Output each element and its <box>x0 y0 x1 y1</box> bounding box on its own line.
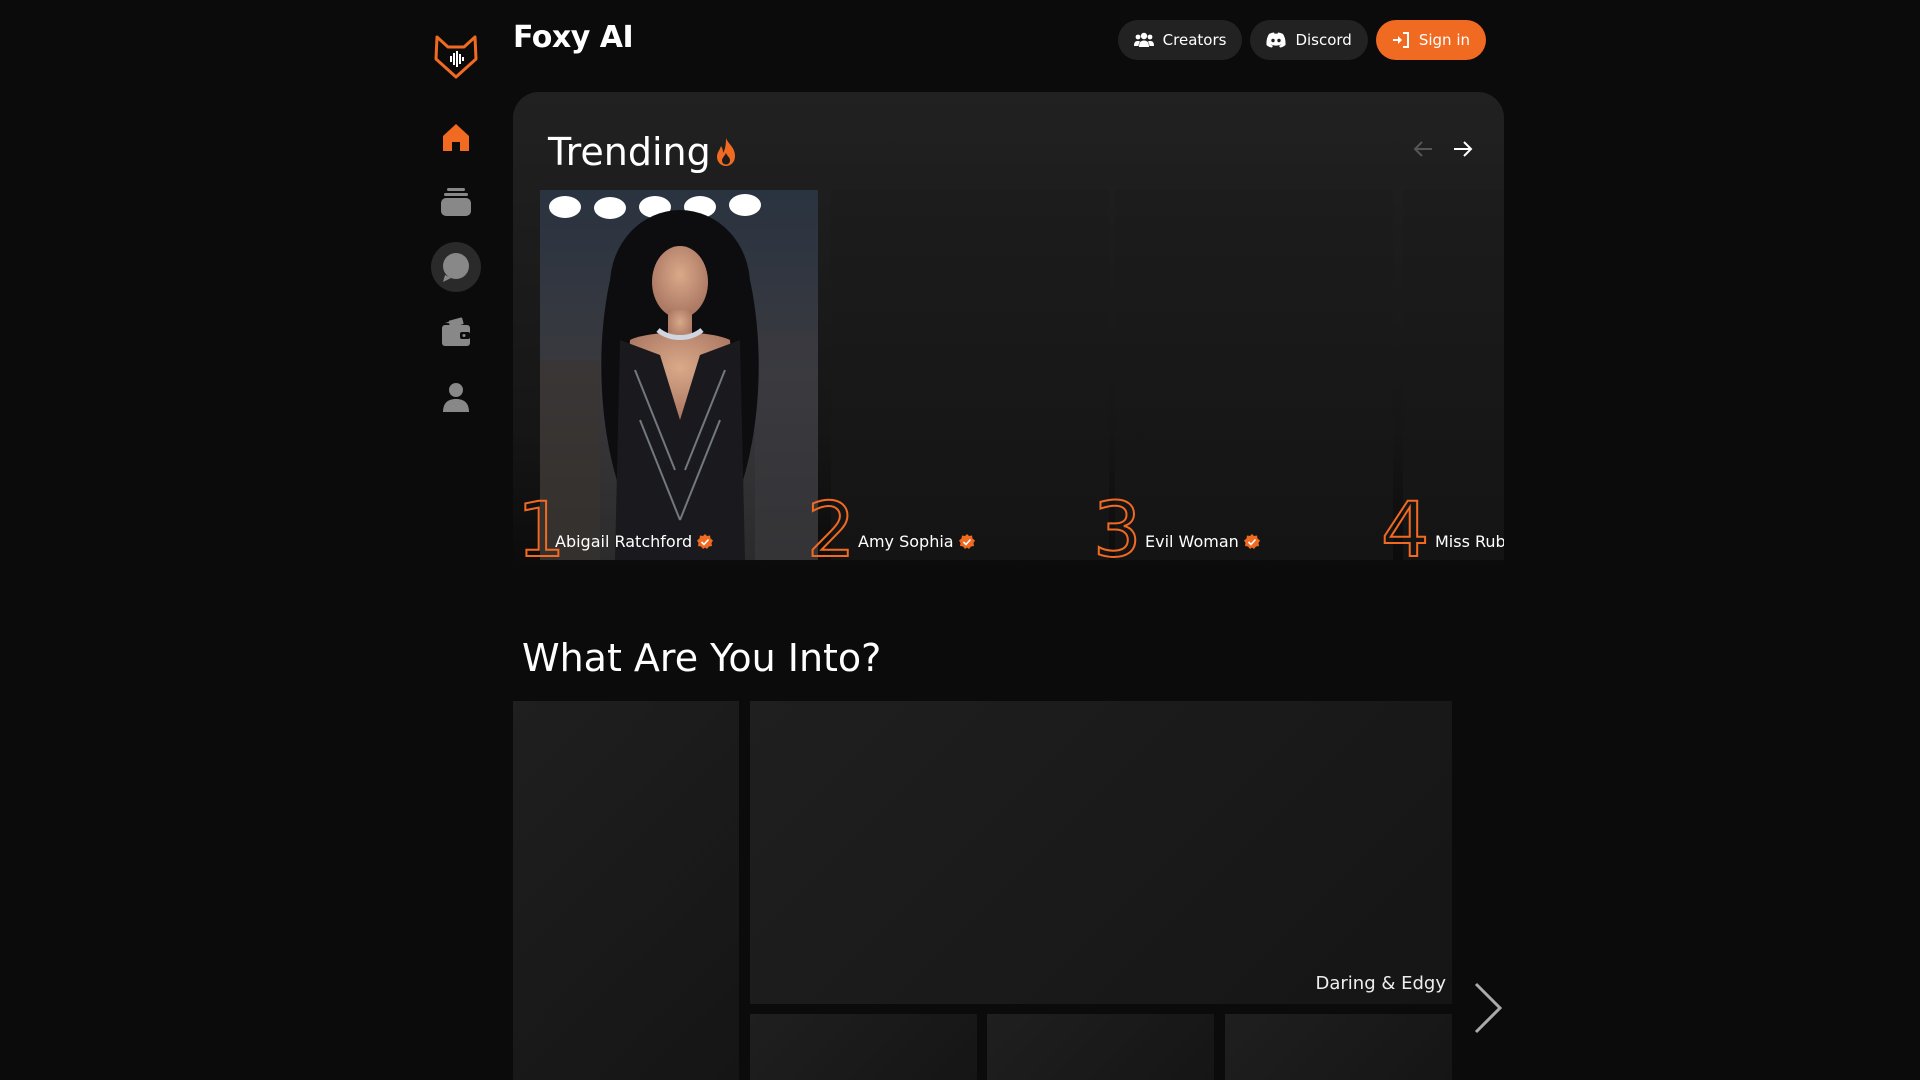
verified-badge-icon <box>958 533 975 549</box>
category-tile-featured[interactable]: Daring & Edgy <box>750 701 1452 1004</box>
carousel-arrows <box>1412 138 1474 160</box>
rank-number: 4 <box>1380 485 1430 572</box>
verified-badge-icon <box>697 533 714 549</box>
discord-label: Discord <box>1295 31 1352 49</box>
card-name-text: Amy Sophia <box>858 532 954 551</box>
card-name-text: Evil Woman <box>1145 532 1239 551</box>
trending-card-name-2[interactable]: Amy Sophia <box>858 532 975 551</box>
chat-icon <box>443 253 469 282</box>
wallet-icon <box>442 317 470 346</box>
category-tile[interactable] <box>1225 1014 1452 1080</box>
layers-icon <box>441 188 471 216</box>
arrow-left-icon[interactable] <box>1412 138 1434 160</box>
category-label: Daring & Edgy <box>1315 973 1446 994</box>
trending-title: Trending <box>548 130 737 174</box>
sidebar-item-profile[interactable] <box>431 372 481 422</box>
arrow-right-icon[interactable] <box>1452 138 1474 160</box>
fox-logo-icon[interactable] <box>431 31 481 81</box>
model-photo <box>540 190 818 560</box>
rank-number: 3 <box>1092 485 1142 572</box>
trending-card-name-1[interactable]: Abigail Ratchford <box>555 532 714 551</box>
sidebar-item-wallet[interactable] <box>431 307 481 357</box>
trending-title-text: Trending <box>548 130 711 174</box>
users-icon <box>1133 32 1154 47</box>
discord-icon <box>1266 32 1286 48</box>
category-tile[interactable] <box>513 701 739 1080</box>
sidebar-item-chat[interactable] <box>431 242 481 292</box>
chevron-right-icon[interactable] <box>1472 980 1504 1036</box>
category-tile[interactable] <box>987 1014 1214 1080</box>
brand-name[interactable]: Foxy AI <box>513 20 634 55</box>
header-actions: Creators Discord Sign in <box>1117 20 1486 60</box>
verified-badge-icon <box>1243 533 1260 549</box>
sign-in-icon <box>1392 32 1409 48</box>
trending-card-name-3[interactable]: Evil Woman <box>1145 532 1260 551</box>
rank-number: 1 <box>516 485 566 572</box>
home-icon <box>443 124 469 151</box>
card-name-text: Miss Ruby <box>1435 532 1504 551</box>
creators-label: Creators <box>1162 31 1227 49</box>
creators-button[interactable]: Creators <box>1117 20 1243 60</box>
trending-card-image-2[interactable] <box>831 190 1109 560</box>
sign-in-label: Sign in <box>1418 31 1470 49</box>
sign-in-button[interactable]: Sign in <box>1375 20 1486 60</box>
discord-button[interactable]: Discord <box>1250 20 1368 60</box>
card-name-text: Abigail Ratchford <box>555 532 693 551</box>
categories-title: What Are You Into? <box>522 636 882 680</box>
trending-panel: Trending 1 2 3 4 Abigail Ratchford Amy S… <box>513 92 1504 572</box>
trending-card-name-4[interactable]: Miss Ruby <box>1435 532 1504 551</box>
sidebar-nav <box>431 112 481 437</box>
sidebar-item-collections[interactable] <box>431 177 481 227</box>
trending-card-image-1[interactable] <box>540 190 818 560</box>
app-root: Foxy AI Creators Discord Sign in Trendin… <box>0 0 1920 1080</box>
fire-icon <box>716 138 735 166</box>
trending-card-image-3[interactable] <box>1115 190 1393 560</box>
category-tile[interactable] <box>750 1014 977 1080</box>
rank-number: 2 <box>806 485 856 572</box>
user-icon <box>443 383 469 412</box>
sidebar-item-home[interactable] <box>431 112 481 162</box>
